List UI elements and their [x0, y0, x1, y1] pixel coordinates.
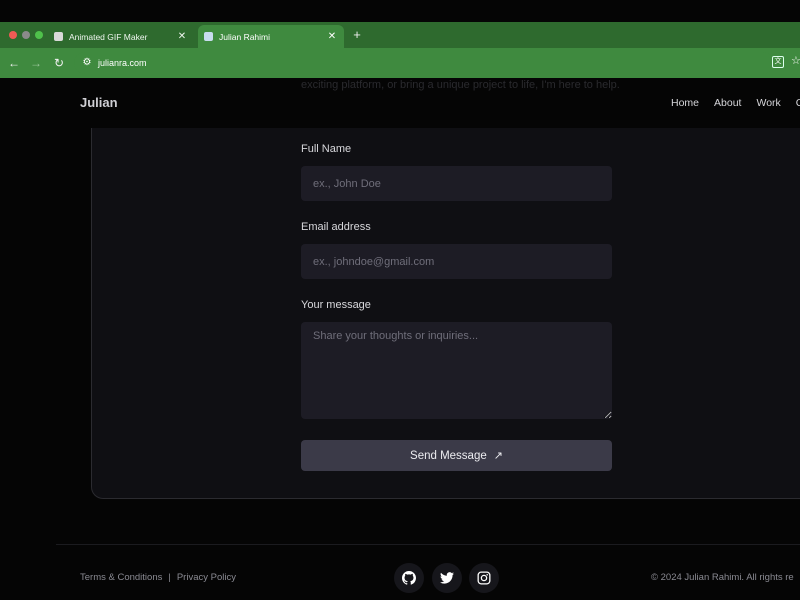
terms-link[interactable]: Terms & Conditions: [80, 572, 162, 583]
translate-icon[interactable]: 文: [772, 56, 784, 68]
send-message-button[interactable]: Send Message ↗: [301, 440, 612, 471]
message-textarea[interactable]: [301, 322, 612, 419]
site-logo[interactable]: Julian: [80, 95, 118, 110]
message-label: Your message: [301, 299, 371, 311]
email-input[interactable]: [301, 244, 612, 279]
nav-contact[interactable]: C: [796, 97, 800, 109]
arrow-up-right-icon: ↗: [493, 450, 503, 462]
footer-divider: [56, 544, 800, 545]
close-window-button[interactable]: [9, 31, 17, 39]
browser-tab-bar: Animated GIF Maker ✕ Julian Rahimi ✕ +: [0, 22, 800, 48]
browser-toolbar: ← → ↻ ⚙ julianra.com 文 ☆: [0, 48, 800, 78]
nav-about[interactable]: About: [714, 97, 741, 109]
full-name-input[interactable]: [301, 166, 612, 201]
tab-animated-gif-maker[interactable]: Animated GIF Maker ✕: [48, 25, 194, 48]
close-tab-icon[interactable]: ✕: [176, 31, 188, 42]
close-tab-icon[interactable]: ✕: [326, 31, 338, 42]
tab-julian-rahimi[interactable]: Julian Rahimi ✕: [198, 25, 344, 48]
github-icon[interactable]: [394, 563, 424, 593]
privacy-link[interactable]: Privacy Policy: [177, 572, 236, 583]
nav-work[interactable]: Work: [756, 97, 780, 109]
new-tab-button[interactable]: +: [350, 25, 364, 45]
send-message-label: Send Message: [410, 449, 487, 462]
email-label: Email address: [301, 221, 371, 233]
copyright-text: © 2024 Julian Rahimi. All rights re: [651, 572, 794, 583]
tab-title: Julian Rahimi: [219, 31, 271, 42]
gif-maker-favicon-icon: [54, 32, 63, 41]
nav-home[interactable]: Home: [671, 97, 699, 109]
minimize-window-button[interactable]: [22, 31, 30, 39]
url-text: julianra.com: [98, 58, 147, 68]
site-favicon-icon: [204, 32, 213, 41]
maximize-window-button[interactable]: [35, 31, 43, 39]
back-arrow-icon[interactable]: ←: [6, 55, 22, 71]
instagram-icon[interactable]: [469, 563, 499, 593]
twitter-icon[interactable]: [432, 563, 462, 593]
site-settings-icon[interactable]: ⚙: [80, 56, 94, 70]
forward-arrow-icon[interactable]: →: [28, 55, 44, 71]
full-name-label: Full Name: [301, 143, 352, 155]
address-bar[interactable]: ⚙ julianra.com: [74, 52, 774, 74]
tab-title: Animated GIF Maker: [69, 31, 148, 42]
footer-links: Terms & Conditions | Privacy Policy: [80, 572, 236, 583]
bookmark-star-icon[interactable]: ☆: [791, 54, 800, 67]
site-navbar: Julian Home About Work C: [0, 78, 800, 128]
reload-icon[interactable]: ↻: [51, 55, 67, 71]
footer-separator: |: [168, 572, 171, 583]
page-viewport: exciting platform, or bring a unique pro…: [0, 78, 800, 600]
nav-links: Home About Work C: [671, 97, 800, 109]
